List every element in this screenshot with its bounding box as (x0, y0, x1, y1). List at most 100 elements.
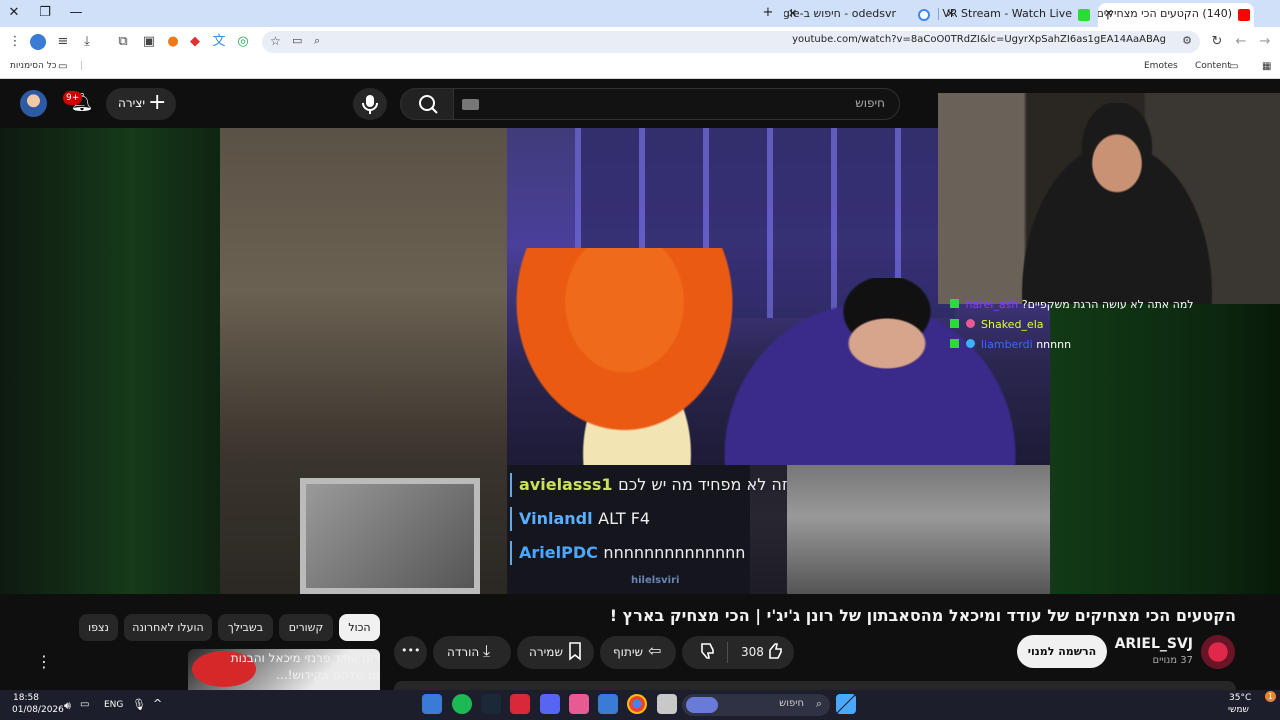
menu-dots-icon[interactable]: ⋮ (6, 33, 24, 51)
voice-search-button[interactable] (353, 88, 387, 120)
close-window-icon[interactable]: ✕ (2, 3, 26, 23)
reload-icon[interactable]: ↻ (1208, 33, 1226, 51)
clock-time[interactable]: 18:58 (13, 693, 39, 703)
download-icon[interactable]: ⤓ (78, 33, 96, 51)
tab-title: OdedSVR Stream - Watch Live (942, 7, 1072, 20)
app-icon[interactable] (510, 694, 530, 714)
forward-icon[interactable]: ← (1232, 33, 1250, 51)
video-frame-floor (750, 465, 1050, 594)
google-icon (918, 9, 930, 21)
cast-icon[interactable]: ▭ (292, 34, 302, 47)
dislike-button[interactable] (698, 641, 718, 665)
more-actions-button[interactable]: ••• (394, 636, 427, 669)
chip-related[interactable]: קשורים (279, 614, 333, 641)
chip-all[interactable]: הכול (339, 614, 380, 641)
channel-name[interactable]: ARIEL_SVJ (1115, 636, 1193, 652)
all-bookmarks-link[interactable]: כל הסימניות (10, 61, 57, 71)
search-icon (419, 95, 438, 114)
chat-message: nnnnn (1036, 338, 1072, 351)
zoom-icon[interactable]: ⌕ (314, 34, 320, 48)
chevron-up-icon[interactable]: ^ (153, 697, 162, 710)
share-icon: ⇦ (648, 641, 662, 660)
like-dislike-group: 308 (682, 636, 794, 669)
app-icon[interactable] (569, 694, 589, 714)
recommended-title[interactable]: רונן עודד פרנזי מיכאל והבנות זוג שלהם בק… (230, 650, 380, 684)
chip-recently-uploaded[interactable]: הועלו לאחרונה (124, 614, 212, 641)
browser-tabstrip: ✕ ❐ — + ✕ odedsvr - חיפוש ב-Google ✕ Ode… (0, 0, 1280, 27)
chat-user: liamberdi (981, 338, 1033, 351)
comments-panel-edge (394, 681, 1236, 690)
bookmark-emotes[interactable]: Emotes (1144, 61, 1178, 71)
youtube-icon (1238, 9, 1250, 21)
tab-twitch-stream[interactable]: ✕ OdedSVR Stream - Watch Live (942, 3, 1094, 27)
extension-icon[interactable]: ◆ (186, 33, 204, 51)
minimize-window-icon[interactable]: — (64, 3, 88, 23)
chrome-icon[interactable] (627, 694, 647, 714)
recommended-menu-icon[interactable]: ⋮ (36, 652, 52, 671)
speaker-icon[interactable]: 🔊︎ (64, 699, 71, 713)
share-button[interactable]: שיתוף ⇦ (600, 636, 676, 669)
chat-bar (510, 541, 512, 565)
spotify-icon[interactable] (452, 694, 472, 714)
tab-youtube-active[interactable]: ✕ (140) הקטעים הכי מצחיקים של (1098, 3, 1254, 27)
extension-icon[interactable]: ● (164, 33, 182, 51)
network-icon[interactable]: ▭ (80, 699, 89, 710)
microphone-icon[interactable]: 🎙︎ (132, 698, 146, 711)
chat-user: avielasss1 (519, 475, 613, 494)
chat-bar (510, 473, 512, 497)
profile-avatar-icon[interactable] (30, 34, 46, 50)
extension-icon[interactable]: ▣ (140, 33, 158, 51)
like-button[interactable] (766, 641, 786, 665)
address-bar[interactable]: ☆ ▭ ⌕ youtube.com/watch?v=8aCoO0TRdZI&lc… (262, 31, 1200, 53)
subscribe-button[interactable]: הרשמה למנוי (1017, 635, 1107, 668)
apps-grid-icon[interactable] (598, 694, 618, 714)
chip-for-you[interactable]: בשבילך (218, 614, 273, 641)
back-icon[interactable]: → (1256, 33, 1274, 51)
file-explorer-icon[interactable] (657, 694, 677, 714)
streamer-webcam (938, 93, 1280, 304)
telegram-icon[interactable] (422, 694, 442, 714)
chat-bar (510, 507, 512, 531)
chat-message: ALT F4 (598, 509, 651, 528)
site-settings-icon[interactable]: ⚙ (1182, 34, 1192, 47)
discord-icon[interactable] (540, 694, 560, 714)
tab-google-search[interactable]: ✕ odedsvr - חיפוש ב-Google (784, 3, 936, 27)
bookmark-content[interactable]: Content (1195, 61, 1231, 71)
search-button[interactable] (400, 88, 454, 120)
steam-icon[interactable] (481, 694, 501, 714)
account-avatar[interactable] (20, 90, 47, 117)
twitch-chat-line: Shaked_ela (950, 318, 1044, 331)
chip-watched[interactable]: נצפו (79, 614, 118, 641)
save-button[interactable]: שמירה (517, 636, 594, 669)
extensions-icon[interactable]: ⧉ (114, 33, 132, 51)
save-icon (569, 642, 581, 661)
language-indicator[interactable]: ENG (104, 700, 123, 710)
windows-start-icon[interactable] (836, 694, 856, 714)
notifications-badge: 9+ (63, 91, 83, 105)
taskbar-search[interactable]: חיפוש ⌕ (682, 694, 830, 716)
channel-avatar[interactable] (1201, 635, 1235, 669)
gem-badge-icon (965, 339, 975, 348)
kick-badge-icon (950, 319, 959, 328)
search-input[interactable]: חיפוש (453, 88, 900, 120)
twitch-chat-line: harel_ash ?למה אתה לא עושה הרגת משקפיים (950, 298, 1194, 311)
more-dots-icon: ••• (401, 644, 421, 657)
reading-list-icon[interactable]: ≡ (54, 33, 72, 51)
folder-icon: ▭ (1229, 61, 1239, 72)
new-tab-button[interactable]: + (756, 3, 780, 23)
tab-divider (938, 8, 939, 20)
translate-icon[interactable]: 文 (210, 33, 228, 51)
bookmark-star-icon[interactable]: ☆ (270, 34, 281, 48)
more-bookmarks-icon[interactable]: ▦ (1262, 61, 1271, 72)
create-label: יצירה (118, 96, 146, 110)
keyboard-icon[interactable] (462, 99, 479, 110)
weather-temp[interactable]: 35°C (1229, 693, 1251, 703)
webcam-person (1018, 103, 1238, 304)
create-button[interactable]: יצירה + (106, 88, 176, 120)
kick-icon (1078, 9, 1090, 21)
extension-icon[interactable]: ◎ (234, 33, 252, 51)
chat-line: Vinlandl ALT F4 (519, 509, 650, 528)
restore-window-icon[interactable]: ❐ (33, 3, 57, 23)
clock-date[interactable]: 01/08/2026 (12, 705, 64, 715)
download-button[interactable]: הורדה ⤓ (433, 636, 511, 669)
